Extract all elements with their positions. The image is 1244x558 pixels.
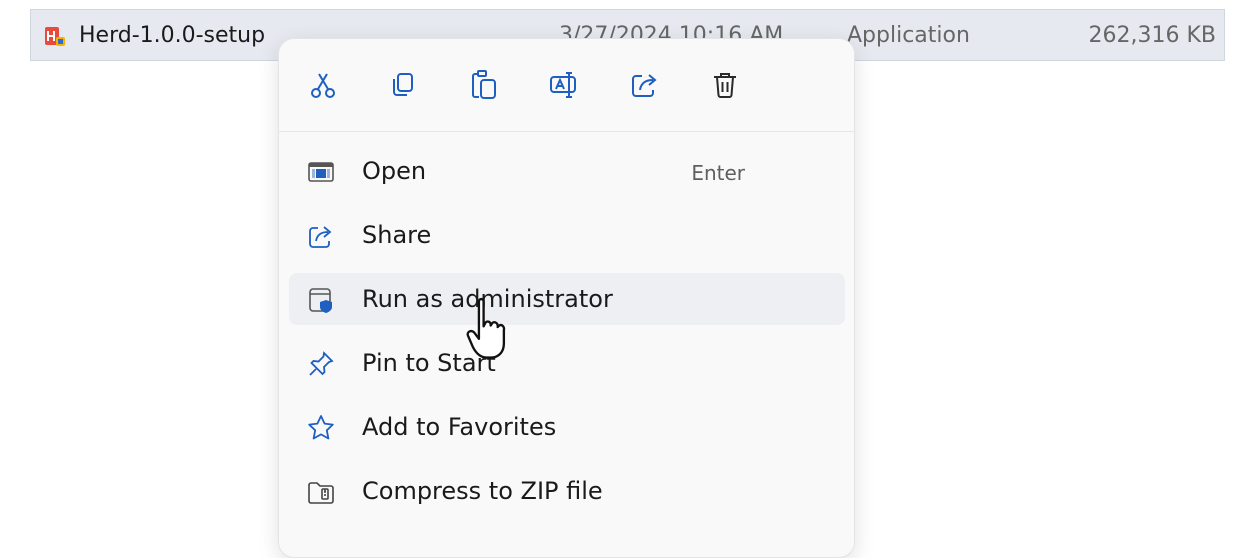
menu-separator (279, 131, 854, 132)
herd-app-icon (44, 25, 66, 47)
paste-icon (472, 70, 496, 99)
file-name: Herd-1.0.0-setup (79, 23, 266, 48)
rename-icon (550, 72, 576, 98)
file-size: 262,316 KB (1088, 23, 1217, 48)
menu-item-run-as-administrator[interactable]: Run as administrator (289, 273, 845, 325)
trash-icon (714, 73, 736, 98)
quick-actions-bar (279, 39, 854, 131)
copy-button[interactable] (381, 63, 425, 107)
menu-item-label: Share (362, 221, 432, 249)
menu-item-label: Add to Favorites (362, 413, 557, 441)
menu-item-share[interactable]: Share (289, 209, 845, 261)
share-icon (305, 220, 337, 252)
open-icon (305, 156, 337, 188)
copy-icon (393, 73, 413, 96)
rename-button[interactable] (542, 63, 586, 107)
menu-item-compress-to-zip[interactable]: Compress to ZIP file (289, 465, 845, 517)
context-menu: Open Enter Share Run as administrator Pi… (278, 38, 855, 558)
menu-item-label: Compress to ZIP file (362, 477, 603, 505)
share-button[interactable] (623, 63, 667, 107)
menu-item-label: Open (362, 157, 427, 185)
file-type: Application (847, 23, 970, 48)
shield-window-icon (305, 284, 337, 316)
menu-item-open[interactable]: Open Enter (289, 145, 845, 197)
zip-folder-icon (305, 476, 337, 508)
mouse-cursor-icon (458, 290, 538, 390)
pin-icon (305, 348, 337, 380)
menu-item-pin-to-start[interactable]: Pin to Start (289, 337, 845, 389)
paste-button[interactable] (462, 63, 506, 107)
star-icon (305, 412, 337, 444)
menu-item-shortcut: Enter (691, 161, 745, 185)
menu-item-add-to-favorites[interactable]: Add to Favorites (289, 401, 845, 453)
scissors-icon (311, 73, 335, 98)
delete-button[interactable] (703, 63, 747, 107)
cut-button[interactable] (301, 63, 345, 107)
share-icon (632, 74, 657, 97)
